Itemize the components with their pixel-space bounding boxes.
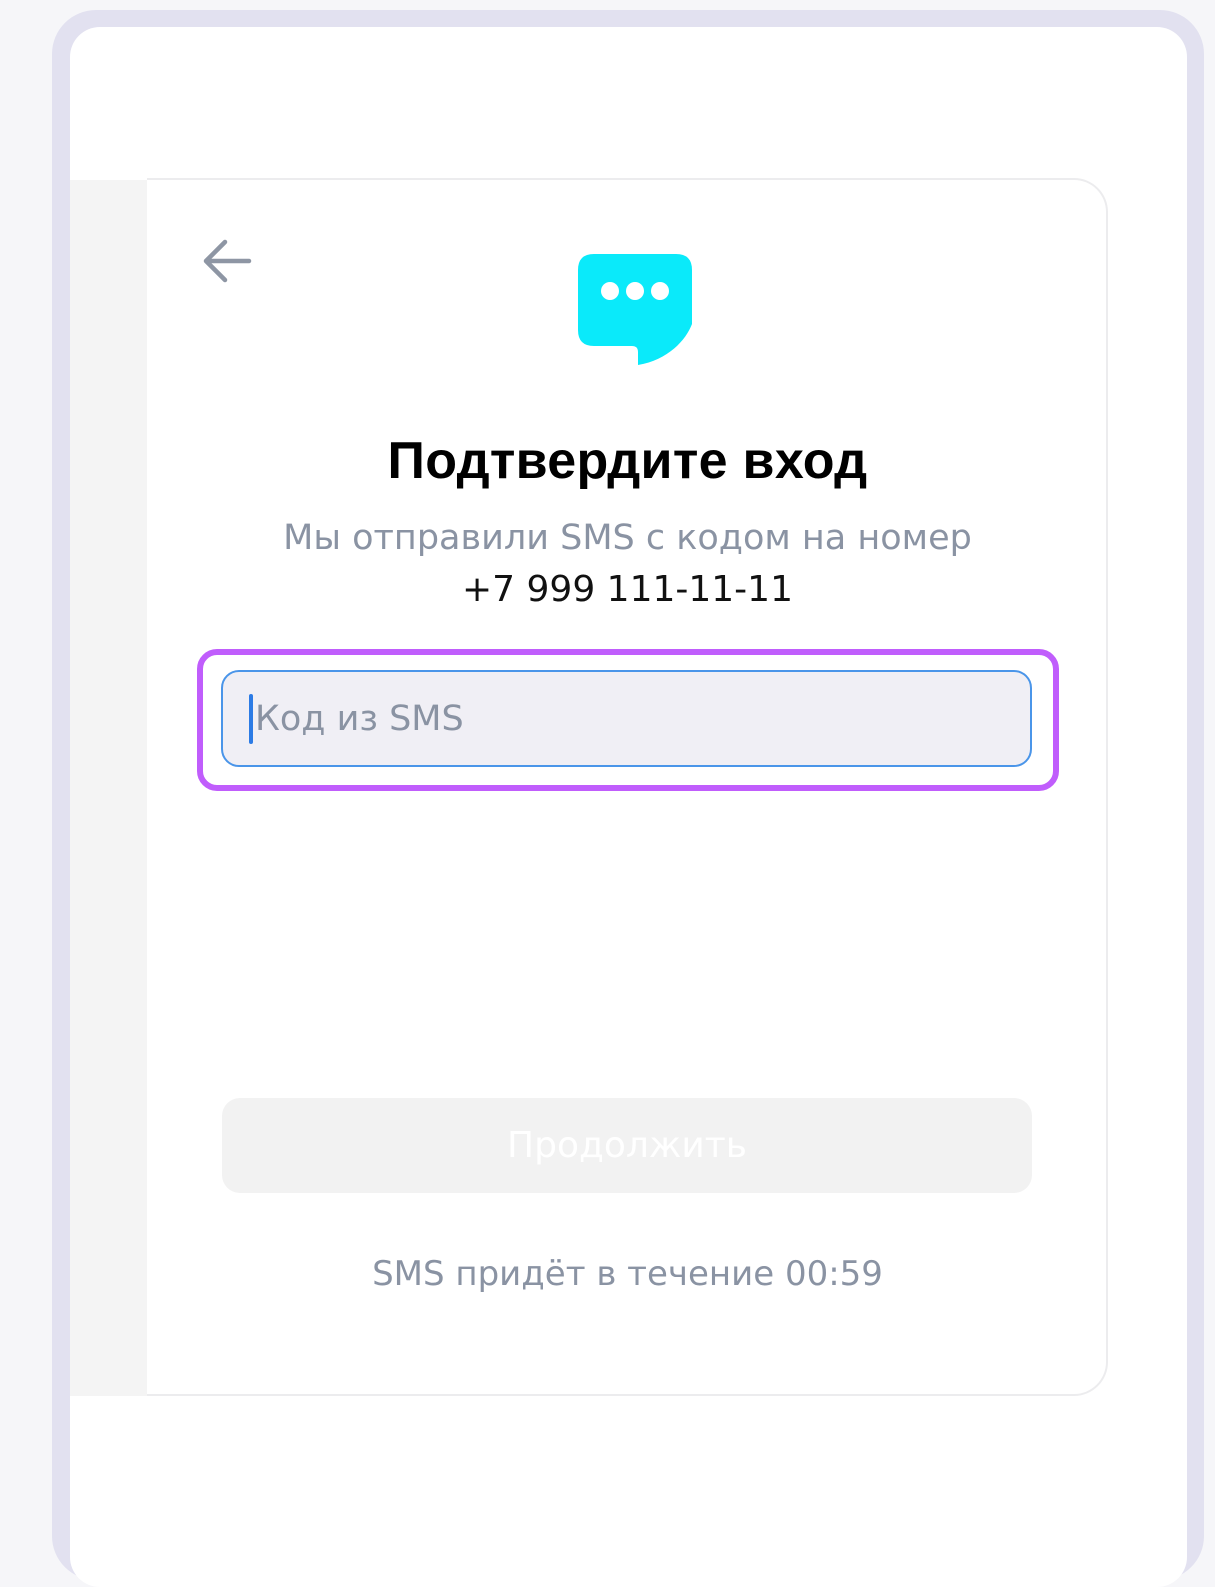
continue-button[interactable]: Продолжить — [222, 1098, 1032, 1193]
text-caret — [249, 694, 253, 744]
subtitle: Мы отправили SMS с кодом на номер — [283, 518, 972, 558]
chat-bubble-logo — [578, 254, 692, 365]
arrow-left-icon — [203, 239, 252, 283]
back-button[interactable] — [198, 234, 256, 286]
resend-timer: SMS придёт в течение 00:59 — [372, 1254, 883, 1294]
side-panel — [70, 180, 148, 1396]
sms-code-input[interactable] — [221, 670, 1032, 767]
page-title: Подтвердите вход — [387, 432, 868, 490]
phone-number: +7 999 111-11-11 — [462, 569, 793, 610]
